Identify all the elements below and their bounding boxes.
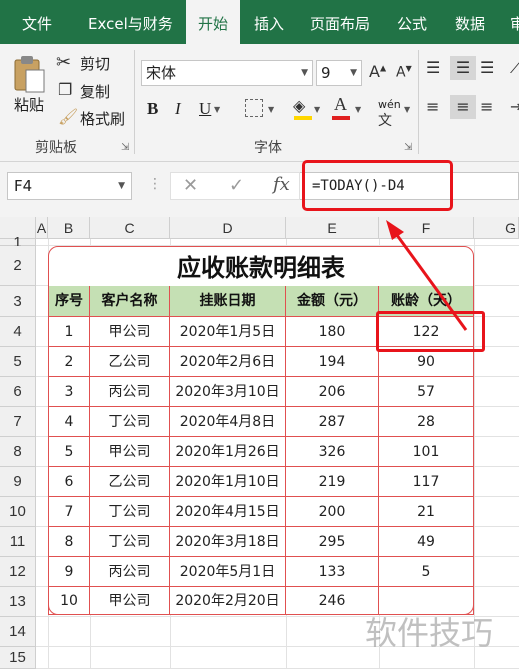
annotation-arrow [386,220,468,331]
watermark: 软件技巧 [365,614,494,652]
arrow-head-icon [386,220,404,240]
